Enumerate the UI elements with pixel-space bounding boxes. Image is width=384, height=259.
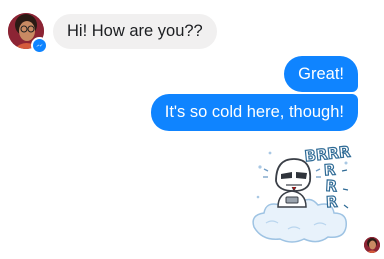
svg-text:R: R	[325, 193, 338, 212]
message-bubble-outgoing[interactable]: Great!	[284, 56, 358, 92]
messenger-icon	[31, 37, 48, 54]
message-bubble-outgoing[interactable]: It's so cold here, though!	[150, 94, 358, 131]
cold-stormtrooper-sticker[interactable]: BRRR R R R	[248, 141, 358, 245]
message-bubble-incoming[interactable]: Hi! How are you??	[53, 14, 217, 49]
chat-thread: Hi! How are you?? Great! It's so cold he…	[0, 0, 384, 259]
seen-avatar	[364, 237, 380, 253]
